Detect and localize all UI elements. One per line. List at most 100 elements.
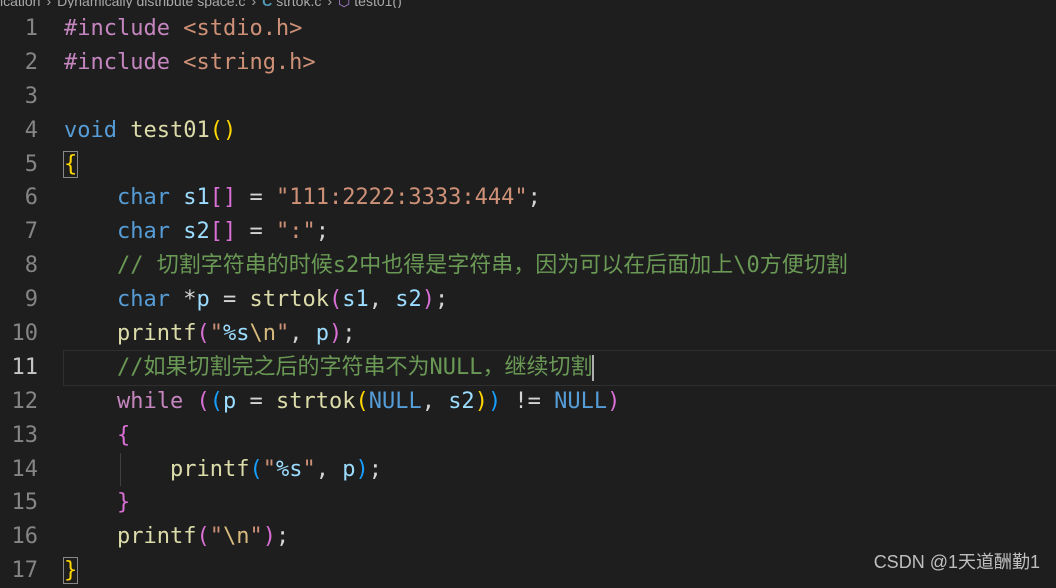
line-number: 15 (11, 490, 39, 516)
paren-close: ) (421, 287, 435, 313)
code-line[interactable]: { (64, 419, 1056, 453)
keyword-char: char (116, 219, 170, 245)
semicolon: ; (275, 524, 290, 550)
code-comment: //如果切割完之后的字符串不为NULL，继续切割 (116, 354, 593, 380)
brace-close: } (116, 490, 131, 516)
line-number: 4 (24, 117, 38, 143)
string-quote: " (209, 524, 223, 550)
operator: = (236, 388, 276, 414)
paren-open: ( (249, 456, 263, 482)
keyword-void: void (64, 117, 117, 143)
argument: p (315, 321, 329, 347)
argument: s2 (395, 287, 422, 313)
line-number-gutter[interactable]: 1 2 3 4 5 6 7 8 9 10 11 12 13 14 15 16 1… (0, 12, 48, 588)
paren-close: ) (328, 321, 343, 347)
line-number: 3 (24, 83, 38, 109)
brace-open-matched: { (62, 150, 79, 178)
string-literal: "111:2222:3333:444" (275, 185, 528, 211)
argument: s2 (448, 388, 475, 414)
semicolon: ; (368, 456, 382, 482)
operator: != (501, 388, 555, 414)
code-line[interactable]: { (62, 148, 1056, 182)
pointer-operator: * (169, 287, 197, 313)
line-number: 6 (24, 185, 38, 211)
line-number: 10 (11, 321, 39, 347)
format-specifier: %s (222, 321, 250, 347)
format-specifier: %s (275, 456, 303, 482)
string-quote: " (275, 321, 290, 347)
code-line[interactable]: char s2[] = ":"; (64, 215, 1056, 249)
line-number: 14 (11, 456, 39, 482)
chevron-right-icon: › (327, 0, 333, 8)
code-line[interactable]: printf("%s", p); (64, 452, 1056, 487)
breadcrumb-file-folder[interactable]: Dynamically distribute space.c (57, 0, 245, 8)
function-call: printf (116, 321, 197, 347)
include-header: <string.h> (183, 49, 316, 75)
comma: , (315, 456, 343, 482)
c-file-icon: C (262, 0, 273, 8)
comma: , (289, 321, 316, 347)
code-line[interactable]: #include <stdio.h> (64, 12, 1056, 46)
code-line[interactable]: #include <string.h> (64, 46, 1056, 80)
paren-open: ( (209, 388, 223, 414)
string-literal: ":" (275, 219, 316, 245)
semicolon: ; (527, 185, 541, 211)
paren-open: ( (196, 524, 210, 550)
breadcrumb-file[interactable]: strtok.c (276, 0, 321, 8)
semicolon: ; (342, 321, 356, 347)
variable: p (196, 287, 210, 313)
argument: p (342, 456, 356, 482)
operator: = (236, 185, 276, 211)
code-line[interactable]: char s1[] = "111:2222:3333:444"; (64, 181, 1056, 215)
semicolon: ; (434, 287, 449, 313)
string-quote: " (209, 321, 223, 347)
code-line-active[interactable]: //如果切割完之后的字符串不为NULL，继续切割 (63, 349, 1056, 386)
line-number: 7 (24, 219, 38, 245)
line-number: 9 (24, 287, 38, 313)
line-number: 13 (11, 422, 39, 448)
code-line-empty[interactable] (64, 80, 1056, 114)
function-call: printf (116, 524, 197, 550)
keyword-char: char (116, 287, 170, 313)
breadcrumb-symbol[interactable]: test01() (354, 0, 401, 8)
code-line[interactable]: } (64, 486, 1056, 520)
paren-open: ( (196, 388, 210, 414)
code-line[interactable]: while ((p = strtok(NULL, s2)) != NULL) (64, 385, 1056, 419)
function-call: printf (169, 456, 250, 482)
variable: p (222, 388, 237, 414)
paren-close: ) (474, 388, 488, 414)
semicolon: ; (315, 219, 329, 245)
comma: , (421, 388, 449, 414)
code-line[interactable]: void test01() (64, 114, 1056, 148)
paren-close: ) (607, 388, 621, 414)
paren-close: ) (355, 456, 369, 482)
escape-sequence: \n (222, 524, 250, 550)
bracket-pair: [] (209, 219, 237, 245)
keyword-while: while (116, 388, 184, 414)
brace-close-matched: } (62, 557, 79, 585)
string-quote: " (302, 456, 316, 482)
operator: = (236, 219, 276, 245)
function-call: strtok (275, 388, 356, 414)
function-name: test01 (130, 117, 210, 143)
line-number: 12 (11, 388, 39, 414)
code-line[interactable]: char *p = strtok(s1, s2); (64, 283, 1056, 317)
comma: , (368, 287, 396, 313)
code-line[interactable]: // 切割字符串的时候s2中也得是字符串，因为可以在后面加上\0方便切割 (64, 249, 1056, 283)
paren-close: ) (262, 524, 276, 550)
line-number: 17 (11, 558, 39, 584)
line-number: 1 (24, 16, 38, 41)
breadcrumb-folder-fragment[interactable]: ication (0, 0, 40, 8)
include-header: <stdio.h> (183, 16, 303, 41)
breadcrumb: ication › Dynamically distribute space.c › C… (0, 0, 1056, 8)
escape-sequence: \n (249, 321, 276, 347)
null-constant: NULL (368, 388, 422, 414)
code-line[interactable]: printf("%s\n", p); (64, 317, 1056, 351)
text-cursor (592, 354, 595, 381)
watermark: CSDN @1天道酬勤1 (873, 552, 1040, 572)
operator: = (209, 287, 250, 313)
code-editor[interactable]: #include <stdio.h> #include <string.h> v… (62, 12, 1056, 588)
variable: s2 (183, 219, 210, 245)
null-constant: NULL (554, 388, 608, 414)
